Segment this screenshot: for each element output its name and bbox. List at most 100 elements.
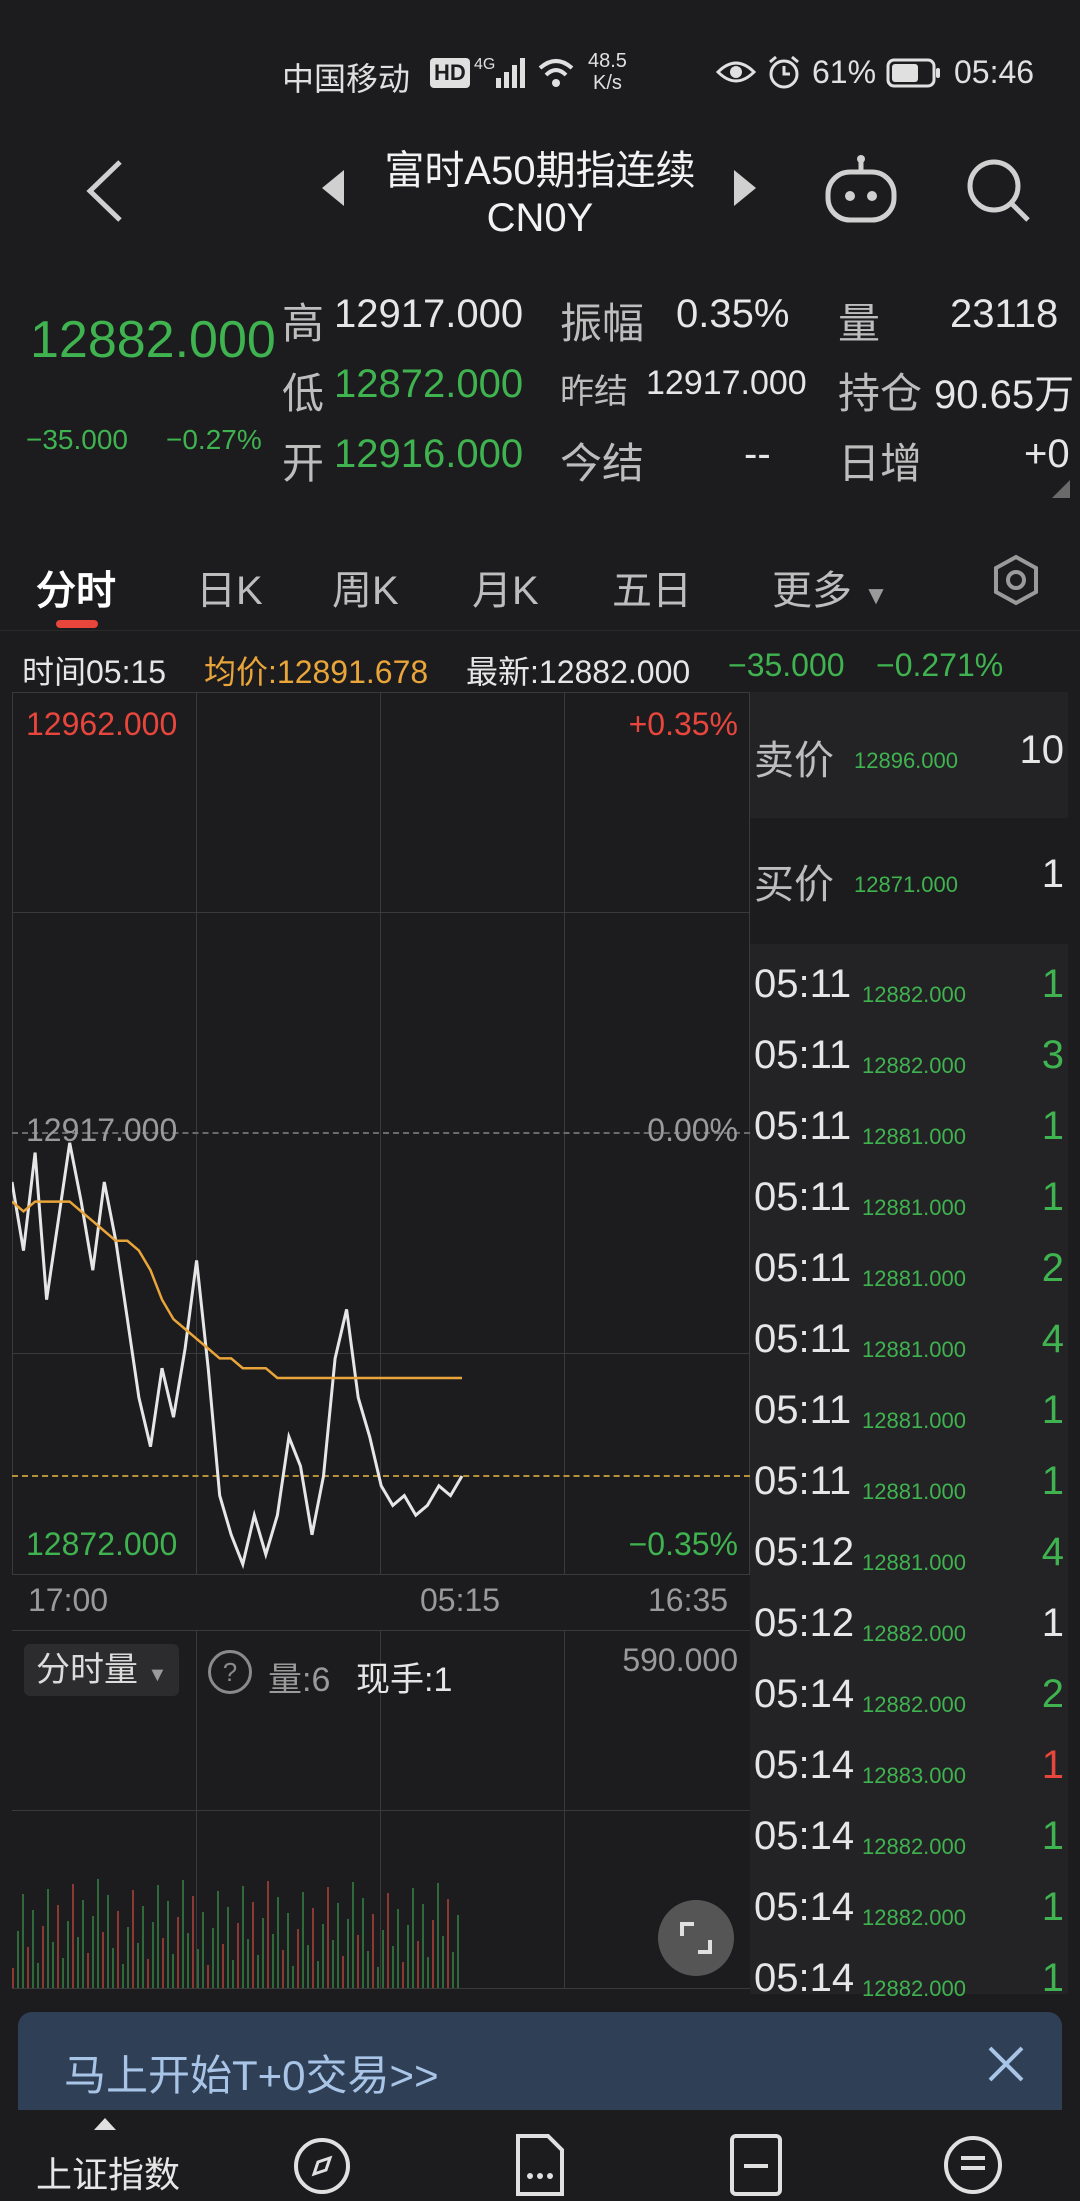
tick-row: 05:11 12881.000 4 [750, 1307, 1068, 1378]
volume-bar [232, 1960, 234, 1988]
banner-text: 马上开始T+0交易>> [64, 2052, 439, 2099]
document-icon[interactable] [512, 2132, 568, 2201]
axis-bottom-price: 12872.000 [26, 1526, 178, 1562]
volume-bar [352, 1882, 354, 1988]
volume-bar [307, 1945, 309, 1988]
tick-qty: 3 [1041, 1033, 1064, 1077]
bid-label: 买价 [754, 863, 834, 907]
robot-assistant-icon[interactable] [820, 154, 902, 233]
axis-mid-pct: 0.00% [647, 1112, 738, 1148]
volume-bar [182, 1880, 184, 1988]
volume-bar [337, 1903, 339, 1988]
net-speed-unit: K/s [593, 72, 622, 94]
volume-bar [262, 1918, 264, 1988]
tick-time: 05:14 [754, 1743, 855, 1787]
hd-badge: HD [430, 58, 470, 88]
tab-weekly-k[interactable]: 周K [332, 558, 399, 616]
tick-row: 05:11 12881.000 1 [750, 1378, 1068, 1449]
intraday-chart[interactable]: 12962.000 +0.35% 12917.000 0.00% 12872.0… [12, 692, 750, 1575]
latest-change: −35.000 [728, 647, 845, 683]
tick-time: 05:14 [754, 1885, 855, 1929]
volume-bar [77, 1937, 79, 1988]
quote-panel: 12882.000 −35.000 −0.27% 高 12917.000 低 1… [0, 260, 1080, 510]
fullscreen-icon[interactable] [658, 1900, 734, 1976]
volume-bar [112, 1948, 114, 1988]
volume-bar [227, 1907, 229, 1988]
tick-time: 05:11 [754, 1104, 852, 1148]
tick-row: 05:14 12882.000 1 [750, 1946, 1068, 2017]
tick-time: 05:11 [754, 1246, 852, 1290]
tick-time: 05:11 [754, 1388, 852, 1432]
cursor-time: 时间05:15 [22, 654, 167, 690]
help-icon[interactable]: ? [208, 1650, 252, 1694]
volume-indicator-selector[interactable]: 分时量 ▼ [24, 1644, 180, 1696]
minus-square-icon[interactable] [728, 2132, 784, 2201]
grid-line [12, 1574, 750, 1575]
settings-icon[interactable] [990, 554, 1042, 611]
volume-bar [52, 1942, 54, 1988]
x-tick-end: 16:35 [648, 1582, 729, 1618]
tick-time: 05:11 [754, 962, 852, 1006]
current-hand-text: 现手:1 [356, 1661, 453, 1699]
volume-label: 量 [838, 300, 881, 347]
volume-bar [87, 1953, 89, 1988]
avg-price-line [12, 1200, 462, 1380]
ask-qty: 10 [1019, 728, 1065, 772]
nav-header: 富时A50期指连续 CN0Y [0, 120, 1080, 260]
tick-price: 12881.000 [862, 1479, 966, 1504]
clock: 05:46 [954, 54, 1035, 90]
close-icon[interactable] [984, 2042, 1028, 2091]
volume-max: 590.000 [622, 1642, 738, 1678]
chevron-down-icon: ▼ [863, 580, 889, 610]
volume-bar [382, 1930, 384, 1988]
volume-bar [62, 1958, 64, 1988]
tick-row: 05:11 12881.000 1 [750, 1449, 1068, 1520]
avg-price: 均价:12891.678 [204, 654, 429, 690]
volume-bar [12, 1968, 14, 1988]
volume-bar [387, 1893, 389, 1988]
tick-row: 05:11 12882.000 1 [750, 952, 1068, 1023]
compass-icon[interactable] [292, 2136, 352, 2201]
tick-time: 05:11 [754, 1033, 852, 1077]
tab-intraday[interactable]: 分时 [36, 558, 116, 616]
volume-bar [327, 1887, 329, 1988]
x-tick-start: 17:00 [28, 1582, 109, 1618]
corner-triangle-icon [1052, 480, 1070, 503]
amplitude-label: 振幅 [560, 300, 645, 347]
volume-bar [192, 1896, 194, 1988]
volume-bars-svg [12, 1879, 459, 1988]
volume-bar [102, 1932, 104, 1988]
volume-bar [247, 1939, 249, 1988]
tick-row: 05:11 12881.000 2 [750, 1236, 1068, 1307]
tick-qty: 4 [1041, 1530, 1064, 1574]
prev-settle-label: 昨结 [560, 373, 628, 411]
volume-bar [152, 1922, 154, 1988]
volume-bar [237, 1923, 239, 1988]
bid-row: 买价 12871.000 1 [750, 818, 1068, 944]
tick-row: 05:12 12882.000 1 [750, 1591, 1068, 1662]
volume-bar [357, 1935, 359, 1988]
tab-five-day[interactable]: 五日 [612, 558, 692, 616]
index-ticker-label[interactable]: 上证指数 [36, 2146, 180, 2198]
tick-price: 12881.000 [862, 1124, 966, 1149]
tick-time: 05:14 [754, 1814, 855, 1858]
tick-price: 12882.000 [862, 1692, 966, 1717]
tick-row: 05:12 12881.000 4 [750, 1520, 1068, 1591]
menu-circle-icon[interactable] [942, 2134, 1004, 2201]
tab-more[interactable]: 更多 ▼ [772, 558, 889, 616]
tick-price: 12882.000 [862, 1834, 966, 1859]
next-contract-icon[interactable] [732, 168, 758, 213]
volume-bar [42, 1926, 44, 1988]
tab-daily-k[interactable]: 日K [196, 558, 263, 616]
search-icon[interactable] [962, 154, 1034, 231]
contract-title: 富时A50期指连续 [384, 149, 696, 193]
active-tab-indicator [56, 620, 98, 628]
battery-percent: 61% [812, 54, 877, 90]
volume-bar [392, 1946, 394, 1988]
chevron-down-icon: ▼ [147, 1664, 168, 1686]
volume-bar [297, 1929, 299, 1988]
volume-bar [252, 1902, 254, 1988]
volume-bar [332, 1940, 334, 1988]
tab-monthly-k[interactable]: 月K [472, 558, 539, 616]
back-icon[interactable] [80, 156, 130, 231]
